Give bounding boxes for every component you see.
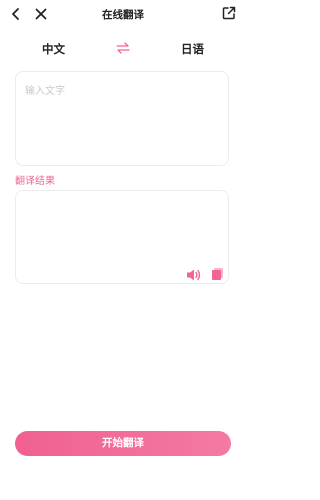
language-selector: 中文 日语 xyxy=(0,38,246,58)
result-label: 翻译结果 xyxy=(15,176,55,187)
copy-icon[interactable] xyxy=(211,266,224,280)
page-title: 在线翻译 xyxy=(102,9,144,21)
source-text-input[interactable]: 输入文字 xyxy=(15,71,229,166)
speaker-icon[interactable] xyxy=(186,267,202,281)
translation-result-box xyxy=(15,190,229,284)
start-translate-button[interactable]: 开始翻译 xyxy=(15,431,231,456)
swap-languages-icon[interactable] xyxy=(115,40,131,54)
top-bar: 在线翻译 xyxy=(0,0,246,30)
input-placeholder: 输入文字 xyxy=(25,86,65,97)
target-language[interactable]: 日语 xyxy=(181,41,204,57)
source-language[interactable]: 中文 xyxy=(42,41,65,57)
share-icon[interactable] xyxy=(221,5,237,21)
